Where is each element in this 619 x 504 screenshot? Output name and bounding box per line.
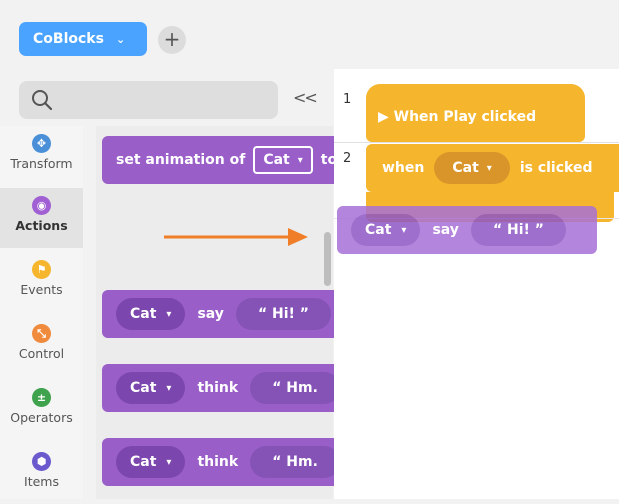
target-dropdown[interactable]: Cat ▾ <box>253 146 313 174</box>
line-number: 2 <box>343 151 352 166</box>
chevron-down-icon: ▾ <box>166 456 172 468</box>
category-label: Transform <box>10 156 73 171</box>
dropdown-value: Cat <box>365 222 392 238</box>
category-label: Items <box>24 474 59 489</box>
actor-dropdown[interactable]: Cat ▾ <box>116 298 186 330</box>
chevron-down-icon: ▾ <box>297 154 303 166</box>
text-input[interactable]: “ Hm. <box>250 446 340 478</box>
drag-arrow-icon <box>164 228 308 246</box>
category-label: Events <box>20 282 63 297</box>
block-text: is clicked <box>519 160 593 176</box>
project-name: CoBlocks <box>33 31 104 47</box>
chevron-down-icon: ▾ <box>166 382 172 394</box>
search-icon <box>32 90 53 111</box>
set-animation-block[interactable]: set animation of Cat ▾ to <box>102 136 342 184</box>
row-divider <box>334 142 619 143</box>
flag-icon: ⚑ <box>32 260 51 279</box>
transform-icon: ✥ <box>32 134 51 153</box>
text-input[interactable]: “ Hi! ” <box>470 214 566 246</box>
chevron-down-icon: ⌄ <box>115 32 126 46</box>
category-events[interactable]: ⚑ Events <box>0 252 83 312</box>
line-number: 1 <box>343 92 352 107</box>
category-label: Control <box>18 346 65 361</box>
text-input[interactable]: “ Hi! ” <box>235 298 331 330</box>
think-block[interactable]: Cat ▾ think “ Hm. <box>102 438 342 486</box>
plus-minus-icon: ± <box>32 388 51 407</box>
control-icon: ⤡ <box>32 324 51 343</box>
collapse-panel-button[interactable]: << <box>293 88 318 107</box>
when-actor-clicked-block[interactable]: when Cat ▾ is clicked <box>366 144 619 192</box>
add-project-button[interactable]: + <box>158 26 186 54</box>
block-text: say <box>432 222 459 238</box>
block-text: think <box>197 380 239 396</box>
when-play-clicked-block[interactable]: ▶ When Play clicked <box>366 84 585 142</box>
cube-icon: ⬢ <box>32 452 51 471</box>
block-text: set animation of <box>116 152 246 168</box>
category-actions[interactable]: ◉ Actions <box>0 188 83 248</box>
actor-dropdown[interactable]: Cat ▾ <box>116 446 186 478</box>
text-input[interactable]: “ Hm. <box>250 372 340 404</box>
palette-scrollbar[interactable] <box>324 232 331 286</box>
top-bar: CoBlocks ⌄ + <box>0 0 619 69</box>
block-text: think <box>197 454 239 470</box>
dropdown-value: Cat <box>452 160 479 176</box>
think-block[interactable]: Cat ▾ think “ Hm. <box>102 364 342 412</box>
eye-icon: ◉ <box>32 196 51 215</box>
chevron-down-icon: ▾ <box>486 162 492 174</box>
block-text: when <box>382 160 425 176</box>
category-transform[interactable]: ✥ Transform <box>0 126 83 186</box>
say-block[interactable]: Cat ▾ say “ Hi! ” <box>102 290 342 338</box>
project-menu-button[interactable]: CoBlocks ⌄ <box>19 22 147 56</box>
category-control[interactable]: ⤡ Control <box>0 316 83 376</box>
actor-dropdown[interactable]: Cat ▾ <box>351 214 421 246</box>
category-rail: ✥ Transform ◉ Actions ⚑ Events ⤡ Control… <box>0 126 83 499</box>
chevron-down-icon: ▾ <box>166 308 172 320</box>
category-operators[interactable]: ± Operators <box>0 380 83 440</box>
dragged-say-block[interactable]: Cat ▾ say “ Hi! ” <box>337 206 597 254</box>
dropdown-value: Cat <box>263 152 290 168</box>
actor-dropdown[interactable]: Cat ▾ <box>434 152 510 184</box>
block-text: say <box>197 306 224 322</box>
search-input[interactable] <box>19 81 278 119</box>
dropdown-value: Cat <box>130 380 157 396</box>
dropdown-value: Cat <box>130 306 157 322</box>
category-label: Actions <box>15 218 68 233</box>
actor-dropdown[interactable]: Cat ▾ <box>116 372 186 404</box>
category-label: Operators <box>10 410 73 425</box>
dropdown-value: Cat <box>130 454 157 470</box>
category-items[interactable]: ⬢ Items <box>0 444 83 504</box>
chevron-down-icon: ▾ <box>401 224 407 236</box>
